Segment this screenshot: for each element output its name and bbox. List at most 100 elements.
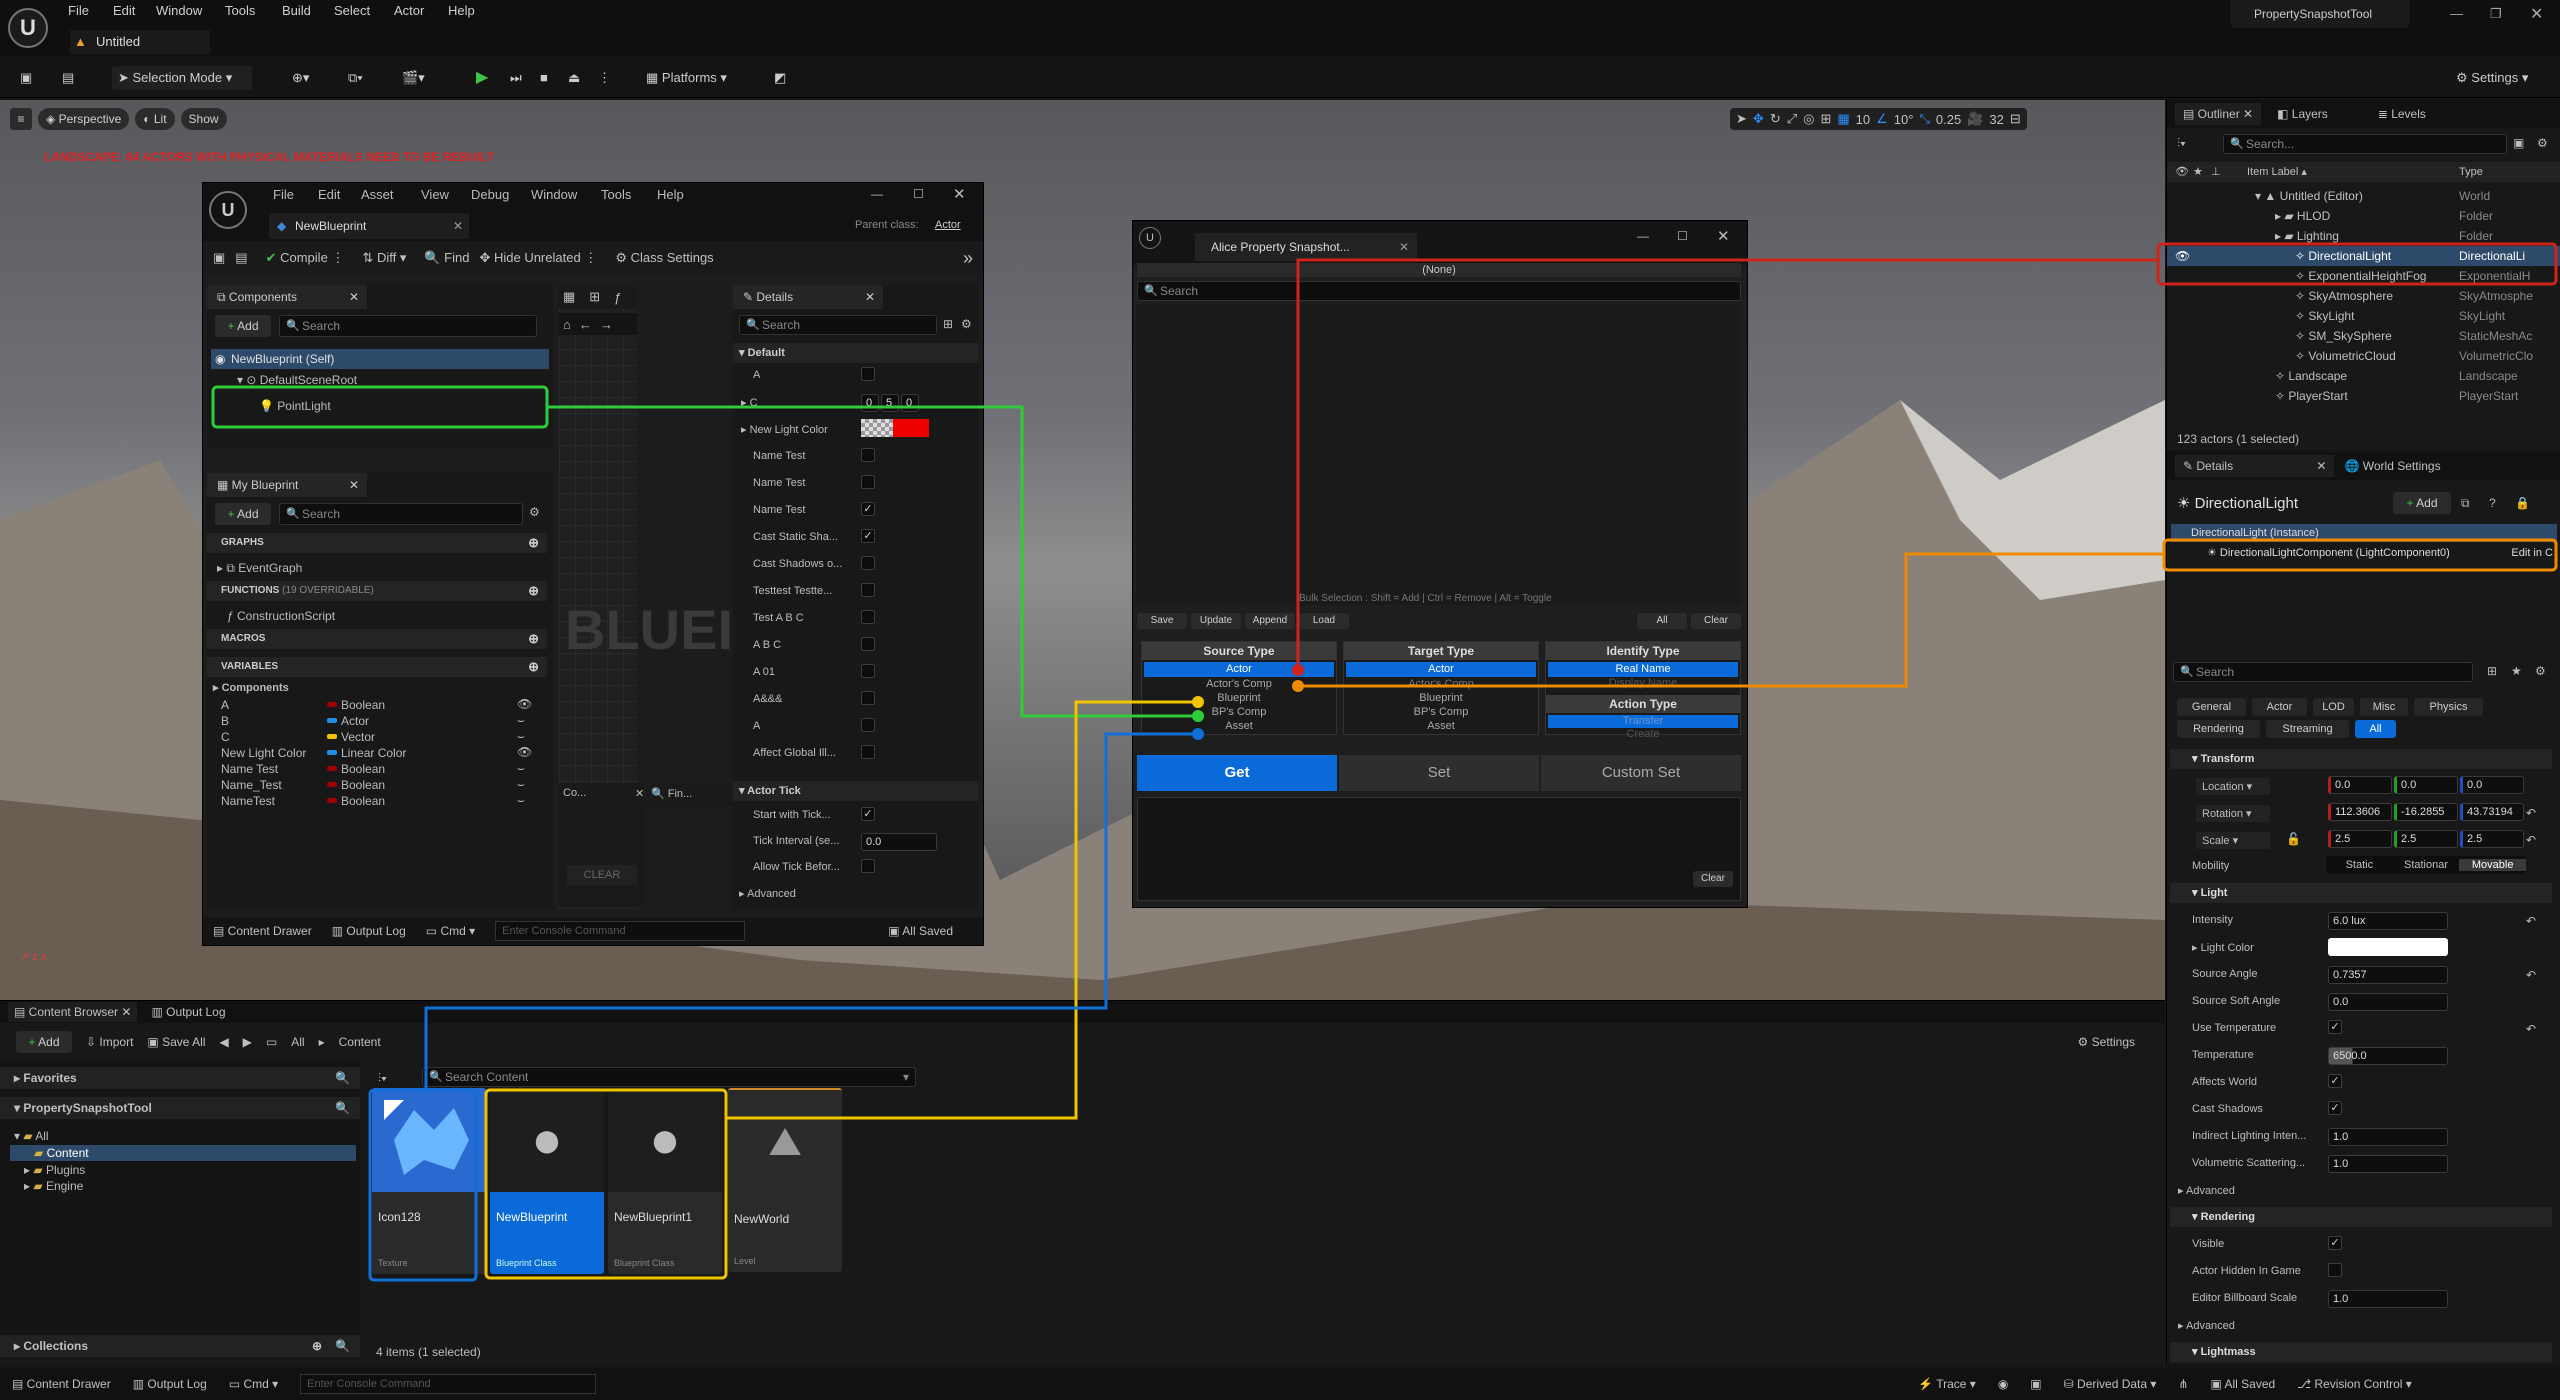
search-dropdown-icon[interactable]: ▾	[903, 1068, 909, 1086]
menu-help[interactable]: Help	[448, 3, 475, 18]
bp-detail-checkbox[interactable]: ✓	[861, 502, 875, 516]
transform-section[interactable]: ▾ Transform	[2170, 749, 2552, 769]
outliner-row[interactable]: ▸ ▰ HLOD Folder	[2167, 206, 2560, 226]
visibility-eye-icon[interactable]: ⌣	[517, 793, 525, 808]
parent-class-link[interactable]: Actor	[935, 219, 961, 231]
outliner-search-input[interactable]: 🔍 Search...	[2223, 134, 2507, 154]
diff-button[interactable]: ⇅ Diff ▾	[362, 250, 406, 266]
project-search-icon[interactable]: 🔍	[335, 1097, 350, 1119]
bp-menu-view[interactable]: View	[421, 187, 449, 202]
bp-tab-close-icon[interactable]: ✕	[453, 213, 463, 239]
details-settings-icon[interactable]: ⚙	[2535, 664, 2546, 678]
outliner-row[interactable]: ✧ SkyLight SkyLight	[2167, 306, 2560, 326]
set-button[interactable]: Set	[1339, 755, 1539, 791]
bp-all-saved-button[interactable]: ▣ All Saved	[888, 924, 953, 938]
outliner-row[interactable]: ✧ VolumetricCloud VolumetricClo	[2167, 346, 2560, 366]
edit-in-cpp-link[interactable]: Edit in C	[2511, 544, 2553, 562]
blueprint-icon[interactable]: ⧉▾	[342, 66, 369, 90]
intensity-field[interactable]: 6.0 lux	[2328, 912, 2448, 930]
rotate-icon[interactable]: ↻	[1770, 111, 1781, 127]
location-dropdown[interactable]: Location ▾	[2196, 778, 2270, 795]
rendering-section[interactable]: ▾ Rendering	[2170, 1207, 2552, 1227]
filter-streaming[interactable]: Streaming	[2266, 720, 2349, 738]
expand-toolbar-icon[interactable]: »	[963, 248, 973, 269]
browse-icon[interactable]: ▤	[56, 66, 80, 90]
bp-detail-checkbox[interactable]	[861, 718, 875, 732]
bp-menu-file[interactable]: File	[273, 187, 294, 202]
filter-all[interactable]: All	[2355, 720, 2396, 738]
component-root[interactable]: ▾ ⊙ DefaultSceneRoot	[237, 373, 357, 387]
camera-speed-value[interactable]: 32	[1989, 112, 2003, 127]
bp-details-search-input[interactable]: 🔍 Search	[739, 315, 937, 335]
rotation-snap-icon[interactable]: ∠	[1876, 111, 1888, 127]
world-settings-tab[interactable]: 🌐 World Settings	[2344, 459, 2440, 473]
construction-script-item[interactable]: ƒ ConstructionScript	[227, 609, 335, 623]
details-favorite-icon[interactable]: ★	[2511, 664, 2522, 678]
snapshot-minimize-icon[interactable]: —	[1637, 229, 1649, 243]
actor-tick-category[interactable]: ▾ Actor Tick	[733, 781, 979, 801]
filter-actor[interactable]: Actor	[2252, 698, 2307, 716]
compiler-results-tab[interactable]: Co...	[563, 787, 586, 799]
indirect-lighting-field[interactable]: 1.0	[2328, 1128, 2448, 1146]
source-actor-option[interactable]: Actor	[1144, 662, 1334, 677]
snapshot-update-button[interactable]: Update	[1191, 613, 1241, 629]
layout-icon[interactable]: ⊟	[2010, 111, 2021, 127]
bp-detail-checkbox[interactable]	[861, 475, 875, 489]
bp-detail-checkbox[interactable]	[861, 637, 875, 651]
asset-icon128[interactable]: Icon128 Texture	[372, 1088, 486, 1274]
bp-cmd-button[interactable]: ▭ Cmd ▾	[426, 924, 475, 938]
bp-minimize-icon[interactable]: —	[871, 187, 883, 201]
surface-snap-icon[interactable]: ⊞	[1820, 111, 1831, 127]
snapshot-tab[interactable]: Alice Property Snapshot... ✕	[1195, 233, 1417, 261]
outliner-add-folder-icon[interactable]: ▣	[2513, 136, 2524, 150]
cb-filter-icon[interactable]: ⫶▾	[378, 1071, 387, 1086]
trace-button[interactable]: ⚡ Trace ▾	[1918, 1377, 1976, 1391]
forward-arrow-icon[interactable]: →	[600, 317, 613, 332]
component-point-light[interactable]: 💡 PointLight	[259, 399, 331, 413]
tree-plugins[interactable]: ▸ ▰ Plugins	[24, 1163, 85, 1177]
bp-detail-checkbox[interactable]	[861, 367, 875, 381]
filter-rendering[interactable]: Rendering	[2177, 720, 2260, 738]
visibility-eye-icon[interactable]: ⌣	[517, 777, 525, 792]
cb-settings-button[interactable]: ⚙ Settings	[2078, 1035, 2135, 1049]
level-tab[interactable]: ▲ Untitled	[70, 30, 210, 54]
console-input[interactable]: Enter Console Command	[300, 1374, 597, 1394]
folder-nav-icon[interactable]: ▭	[266, 1035, 277, 1049]
outliner-row[interactable]: ✧ Landscape Landscape	[2167, 366, 2560, 386]
scale-y-field[interactable]: 2.5	[2394, 830, 2458, 848]
filter-lod[interactable]: LOD	[2313, 698, 2354, 716]
add-macro-icon[interactable]: ⊕	[528, 629, 539, 649]
variables-category[interactable]: VARIABLES ⊕	[207, 657, 547, 677]
show-button[interactable]: Show	[180, 108, 227, 130]
target-actor-option[interactable]: Actor	[1346, 662, 1536, 677]
filter-general[interactable]: General	[2177, 698, 2246, 716]
play-icon[interactable]: ▶	[470, 66, 494, 90]
snapshot-clear-button[interactable]: Clear	[1691, 613, 1741, 629]
selection-mode-button[interactable]: ➤ Selection Mode ▾	[112, 66, 252, 90]
grid-snap-icon[interactable]: ▦	[1837, 111, 1849, 127]
target-asset-option[interactable]: Asset	[1344, 719, 1538, 733]
find-button[interactable]: 🔍 Find	[424, 250, 469, 266]
my-blueprint-settings-icon[interactable]: ⚙	[529, 505, 540, 519]
reset-source-angle-icon[interactable]: ↶	[2526, 968, 2536, 982]
compiler-close-icon[interactable]: ✕	[635, 787, 644, 800]
details-close-icon[interactable]: ✕	[2316, 459, 2326, 473]
tick-interval-field[interactable]: 0.0	[861, 833, 937, 851]
revision-control-button[interactable]: ⎇ Revision Control ▾	[2297, 1377, 2412, 1391]
reset-intensity-icon[interactable]: ↶	[2526, 914, 2536, 928]
outliner-row[interactable]: ✧ ExponentialHeightFog ExponentialH	[2167, 266, 2560, 286]
rotation-y-field[interactable]: -16.2855	[2394, 803, 2458, 821]
levels-tab[interactable]: ≣ Levels	[2378, 107, 2426, 121]
all-saved-button[interactable]: ▣ All Saved	[2210, 1377, 2275, 1391]
visibility-eye-icon[interactable]: ⌣	[517, 761, 525, 776]
eject-icon[interactable]: ⏏	[562, 66, 586, 90]
content-drawer-button[interactable]: ▤ Content Drawer	[12, 1377, 111, 1391]
output-log-tab[interactable]: ▥ Output Log	[151, 1005, 225, 1019]
perspective-button[interactable]: ◈ Perspective	[38, 108, 130, 130]
asset-newblueprint[interactable]: ● NewBlueprint Blueprint Class	[490, 1088, 604, 1274]
menu-select[interactable]: Select	[334, 3, 370, 18]
outliner-row[interactable]: ✧ SM_SkySphere StaticMeshAc	[2167, 326, 2560, 346]
bp-maximize-icon[interactable]: ☐	[913, 187, 924, 201]
variable-row[interactable]: New Light Color Linear Color 👁	[207, 745, 547, 761]
save-icon[interactable]: ▣	[14, 66, 38, 90]
